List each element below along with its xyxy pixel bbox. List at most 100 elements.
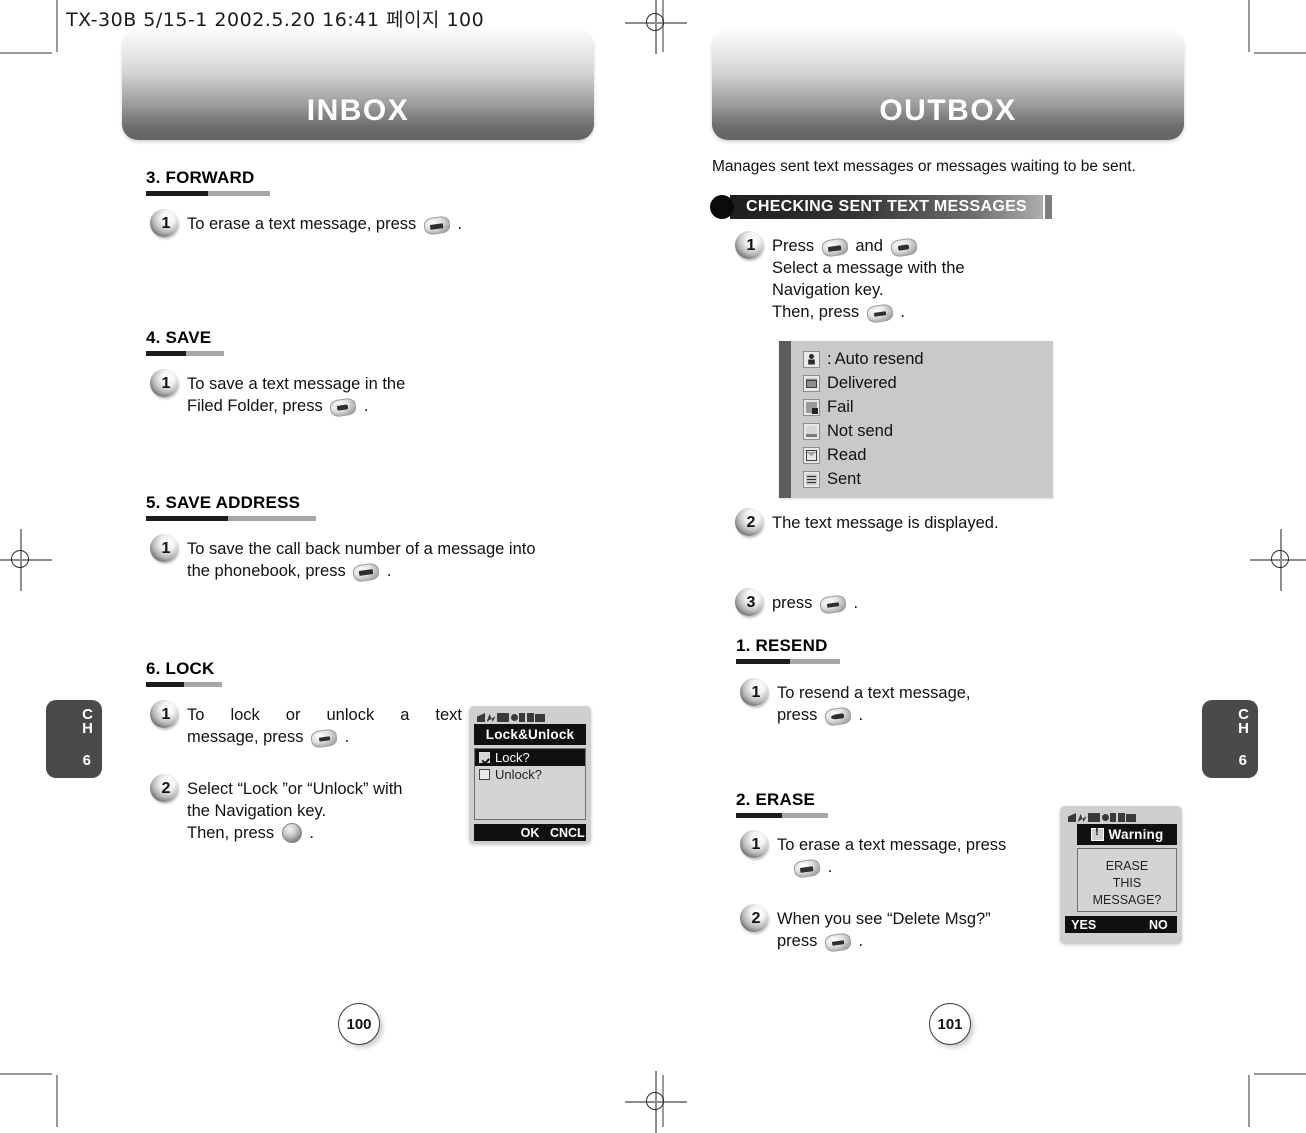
step-item: 3 press . — [735, 588, 1115, 616]
phone-screen-warning: Warning ERASE THIS MESSAGE? YES NO — [1060, 806, 1182, 944]
step-line-2-after: . — [386, 562, 392, 580]
message-key-icon — [422, 215, 451, 236]
list-item[interactable]: Unlock? — [475, 766, 585, 783]
checking-sent-heading: CHECKING SENT TEXT MESSAGES — [710, 195, 1053, 219]
step-line-2-after: . — [858, 706, 864, 724]
crop-mark-bottom-right-h — [1254, 1073, 1306, 1075]
lock-key-icon — [310, 728, 339, 749]
inbox-banner-title: INBOX — [306, 94, 410, 127]
outbox-banner: OUTBOX — [712, 30, 1184, 140]
step-text-after: . — [457, 215, 463, 233]
step-number-badge: 1 — [740, 830, 768, 858]
step-text: To lock or unlock a text message, press … — [187, 704, 462, 749]
legend-spine — [779, 341, 791, 498]
alert-icon — [1101, 814, 1109, 821]
step-number: 1 — [161, 375, 171, 392]
step-line-1: To save the call back number of a messag… — [187, 540, 536, 558]
signal-icon — [1068, 813, 1076, 822]
step-line-2-before: press — [777, 932, 818, 950]
step-line-3-after: . — [309, 824, 314, 842]
chapter-tab-number: 6 — [1238, 752, 1247, 769]
step-text: To erase a text message, press . — [187, 213, 463, 236]
step-text: When you see “Delete Msg?” press . — [777, 908, 991, 953]
step-number: 1 — [751, 684, 761, 701]
softkey-yes[interactable]: YES — [1065, 916, 1102, 933]
step-line-2-before: press — [777, 706, 818, 724]
step-number: 2 — [751, 910, 761, 927]
step-text: Select “Lock ”or “Unlock” with the Navig… — [187, 778, 465, 844]
step-text: To save the call back number of a messag… — [187, 538, 536, 583]
section-heading-save-address: 5. SAVE ADDRESS — [146, 493, 316, 521]
step-number: 3 — [746, 594, 756, 611]
phone-warning-body: ERASE THIS MESSAGE? — [1077, 848, 1177, 912]
section-heading-text: 6. LOCK — [146, 659, 215, 678]
legend-label: Fail — [827, 397, 854, 416]
phone-softkey-bar: OK CNCL — [474, 824, 586, 841]
chapter-tab-label: CH — [1238, 706, 1249, 737]
warning-icon — [1090, 826, 1104, 841]
checking-sent-heading-text: CHECKING SENT TEXT MESSAGES — [746, 198, 1028, 215]
softkey-middle[interactable] — [1102, 916, 1139, 933]
softkey-no[interactable]: NO — [1140, 916, 1177, 933]
list-item[interactable]: Lock? — [475, 749, 585, 766]
step-number-badge: 1 — [735, 231, 763, 259]
step-item: 2 The text message is displayed. — [735, 508, 1115, 536]
alert-icon — [510, 714, 518, 721]
step-item: 1 To resend a text message, press . — [740, 678, 1100, 727]
phone-softkey-bar: YES NO — [1065, 916, 1177, 933]
roam-icon — [1077, 813, 1087, 822]
message-indicator-icon — [497, 713, 509, 722]
step-item: 1 Press and Select a message with the Na… — [735, 231, 1095, 324]
step-line-2-after: . — [344, 728, 350, 746]
warning-line-1: ERASE — [1105, 859, 1149, 873]
legend-row: Fail — [803, 395, 924, 419]
step-line-1-before: Press — [772, 237, 815, 255]
mode-icon — [535, 713, 545, 722]
step-line-3-before: Then, press — [187, 824, 275, 842]
softkey-cancel[interactable]: CNCL — [549, 824, 586, 841]
legend-row: Sent — [803, 467, 924, 491]
phone-status-bar — [474, 711, 586, 724]
message-key-icon — [792, 858, 822, 879]
step-number-badge: 1 — [150, 700, 178, 728]
outbox-intro-text: Manages sent text messages or messages w… — [712, 158, 1136, 175]
step-line-3: Navigation key. — [772, 281, 884, 299]
step-number: 2 — [161, 780, 171, 797]
checkbox-checked-icon[interactable] — [479, 752, 490, 763]
step-text-after: . — [853, 594, 859, 612]
section-heading-forward: 3. FORWARD — [146, 168, 270, 196]
step-number-badge: 1 — [150, 209, 178, 237]
step-line-1: To lock or unlock a text — [187, 706, 462, 724]
step-number-badge: 2 — [150, 774, 178, 802]
step-line-2-after: . — [858, 932, 864, 950]
phone-screen-title: Lock&Unlock — [474, 724, 586, 745]
send-key-icon — [865, 303, 894, 324]
ok-key-icon — [281, 823, 302, 843]
mode-icon — [1126, 813, 1136, 822]
legend-label: Delivered — [827, 373, 897, 392]
step-item: 1 To erase a text message, press . — [740, 830, 1070, 879]
step-item: 2 When you see “Delete Msg?” press . — [740, 904, 1070, 953]
step-line-2-before: the phonebook, press — [187, 562, 346, 580]
ringer-icon — [519, 713, 525, 722]
step-line-4-before: Then, press — [772, 303, 860, 321]
softkey-ok[interactable]: OK — [511, 824, 548, 841]
step-line-2: Select a message with the — [772, 259, 965, 277]
legend-label: Read — [827, 445, 867, 464]
auto-resend-icon — [803, 350, 820, 368]
step-number: 1 — [161, 706, 171, 723]
step-line-1: Select “Lock ”or “Unlock” with — [187, 780, 403, 798]
section-heading-text: 3. FORWARD — [146, 168, 255, 187]
section-heading-lock: 6. LOCK — [146, 659, 222, 687]
not-send-icon — [803, 422, 820, 440]
step-text: press . — [772, 592, 859, 615]
registration-mark-top — [625, 0, 687, 54]
checkbox-unchecked-icon[interactable] — [479, 769, 490, 780]
legend-colon: : — [827, 349, 832, 368]
step-text: Press and Select a message with the Navi… — [772, 235, 965, 324]
legend-label: Not send — [827, 421, 894, 440]
message-key-icon — [820, 237, 849, 258]
softkey-left[interactable] — [474, 824, 511, 841]
step-item: 2 Select “Lock ”or “Unlock” with the Nav… — [150, 774, 470, 844]
crop-mark-bottom-right-v — [1248, 1075, 1250, 1127]
